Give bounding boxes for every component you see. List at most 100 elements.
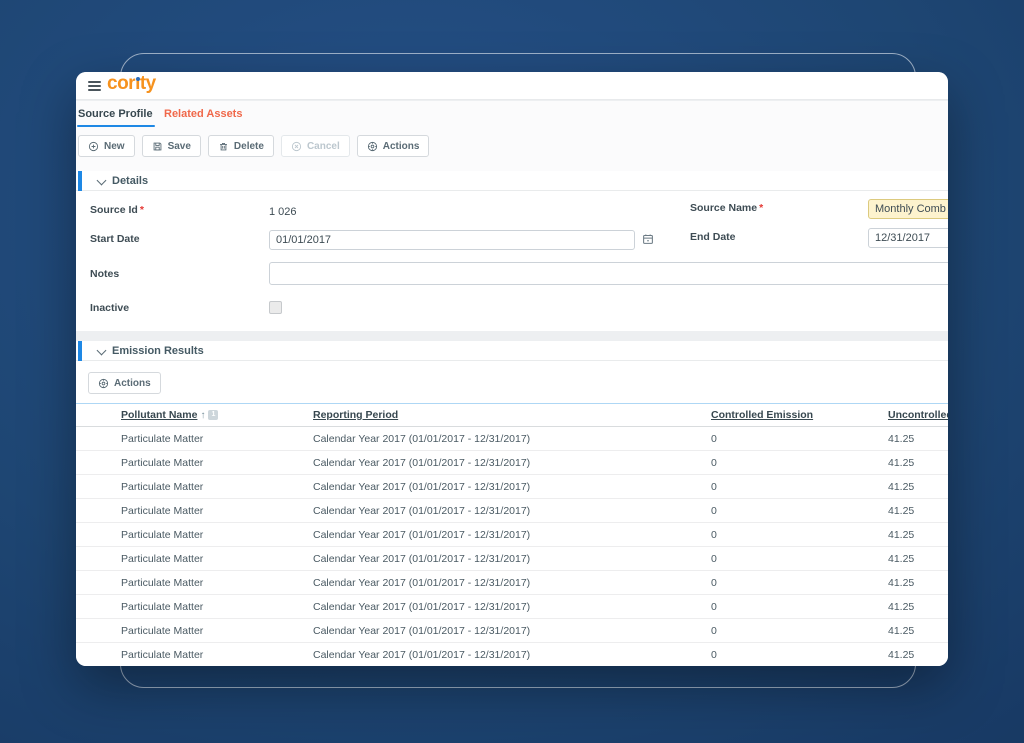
table-row[interactable]: Particulate Matter Calendar Year 2017 (0…	[76, 523, 948, 547]
section-title: Emission Results	[112, 345, 204, 357]
cell-reporting-period: Calendar Year 2017 (01/01/2017 - 12/31/2…	[313, 481, 530, 493]
table-header-row: Pollutant Name ↑ 1 Reporting Period Cont…	[76, 404, 948, 427]
table-row[interactable]: Particulate Matter Calendar Year 2017 (0…	[76, 547, 948, 571]
cell-controlled-emission: 0	[711, 529, 717, 541]
cell-pollutant-name: Particulate Matter	[121, 649, 203, 661]
cell-controlled-emission: 0	[711, 553, 717, 565]
cell-controlled-emission: 0	[711, 649, 717, 661]
sort-order-badge: 1	[208, 410, 218, 420]
section-title: Details	[112, 175, 148, 187]
table-row[interactable]: Particulate Matter Calendar Year 2017 (0…	[76, 571, 948, 595]
inactive-checkbox[interactable]	[269, 301, 282, 314]
details-section: Details Source Id* 1 026 Source Name* St…	[76, 171, 948, 331]
actions-icon	[98, 378, 109, 389]
table-body: Particulate Matter Calendar Year 2017 (0…	[76, 427, 948, 666]
column-header-uncontrolled-emission[interactable]: Uncontrolled Emission	[888, 409, 948, 421]
table-row[interactable]: Particulate Matter Calendar Year 2017 (0…	[76, 475, 948, 499]
column-header-reporting-period[interactable]: Reporting Period	[313, 409, 398, 421]
cell-uncontrolled-emission: 41.25	[888, 481, 914, 493]
cell-pollutant-name: Particulate Matter	[121, 625, 203, 637]
cell-uncontrolled-emission: 41.25	[888, 529, 914, 541]
cell-uncontrolled-emission: 41.25	[888, 553, 914, 565]
cell-controlled-emission: 0	[711, 457, 717, 469]
end-date-label: End Date	[690, 231, 736, 243]
table-row[interactable]: Particulate Matter Calendar Year 2017 (0…	[76, 595, 948, 619]
logo-text: cor	[107, 73, 135, 94]
new-button[interactable]: New	[78, 135, 135, 157]
actions-icon	[367, 141, 378, 152]
cell-uncontrolled-emission: 41.25	[888, 457, 914, 469]
required-marker: *	[759, 202, 763, 214]
hamburger-menu-icon[interactable]	[88, 81, 101, 91]
end-date-input[interactable]	[868, 228, 948, 248]
delete-button[interactable]: Delete	[208, 135, 274, 157]
cell-controlled-emission: 0	[711, 625, 717, 637]
source-name-input[interactable]	[868, 199, 948, 219]
column-header-pollutant-name[interactable]: Pollutant Name ↑ 1	[121, 409, 218, 421]
active-tab-underline	[77, 125, 155, 127]
cell-reporting-period: Calendar Year 2017 (01/01/2017 - 12/31/2…	[313, 649, 530, 661]
table-row[interactable]: Particulate Matter Calendar Year 2017 (0…	[76, 427, 948, 451]
trash-icon	[218, 141, 229, 152]
cell-pollutant-name: Particulate Matter	[121, 577, 203, 589]
details-section-header[interactable]: Details	[76, 171, 948, 191]
chevron-down-icon	[97, 176, 107, 186]
cancel-button[interactable]: Cancel	[281, 135, 350, 157]
cell-controlled-emission: 0	[711, 577, 717, 589]
required-marker: *	[140, 204, 144, 216]
cell-reporting-period: Calendar Year 2017 (01/01/2017 - 12/31/2…	[313, 505, 530, 517]
cell-pollutant-name: Particulate Matter	[121, 553, 203, 565]
chevron-down-icon	[97, 346, 107, 356]
tab-source-profile[interactable]: Source Profile	[78, 108, 153, 120]
emission-results-header[interactable]: Emission Results	[76, 341, 948, 361]
start-date-label: Start Date	[90, 233, 140, 245]
toolbar: New Save Delete Cancel Actions	[78, 135, 429, 157]
cell-reporting-period: Calendar Year 2017 (01/01/2017 - 12/31/2…	[313, 601, 530, 613]
notes-label: Notes	[90, 268, 119, 280]
cell-uncontrolled-emission: 41.25	[888, 577, 914, 589]
notes-input[interactable]	[269, 262, 948, 285]
start-date-calendar-button[interactable]	[640, 232, 656, 248]
cell-pollutant-name: Particulate Matter	[121, 481, 203, 493]
inactive-label: Inactive	[90, 302, 129, 314]
table-row[interactable]: Particulate Matter Calendar Year 2017 (0…	[76, 451, 948, 475]
sort-ascending-icon[interactable]: ↑	[200, 410, 205, 421]
tab-bar: Source Profile Related Assets	[76, 101, 948, 131]
section-accent-bar	[78, 171, 82, 191]
cell-uncontrolled-emission: 41.25	[888, 433, 914, 445]
actions-button[interactable]: Actions	[357, 135, 430, 157]
emission-actions-button[interactable]: Actions	[88, 372, 161, 394]
cell-pollutant-name: Particulate Matter	[121, 457, 203, 469]
calendar-icon	[641, 232, 655, 246]
cell-uncontrolled-emission: 41.25	[888, 601, 914, 613]
cell-pollutant-name: Particulate Matter	[121, 529, 203, 541]
cell-pollutant-name: Particulate Matter	[121, 601, 203, 613]
cell-uncontrolled-emission: 41.25	[888, 649, 914, 661]
cell-reporting-period: Calendar Year 2017 (01/01/2017 - 12/31/2…	[313, 625, 530, 637]
cell-controlled-emission: 0	[711, 601, 717, 613]
save-icon	[152, 141, 163, 152]
table-row[interactable]: Particulate Matter Calendar Year 2017 (0…	[76, 499, 948, 523]
chrome-bar: Source Profile Related Assets New Save D…	[76, 101, 948, 171]
cell-uncontrolled-emission: 41.25	[888, 625, 914, 637]
column-header-controlled-emission[interactable]: Controlled Emission	[711, 409, 813, 421]
cancel-icon	[291, 141, 302, 152]
save-button[interactable]: Save	[142, 135, 201, 157]
app-header: corıty	[76, 72, 948, 100]
tab-related-assets[interactable]: Related Assets	[164, 108, 242, 120]
cell-controlled-emission: 0	[711, 481, 717, 493]
start-date-input[interactable]	[269, 230, 635, 250]
source-id-value: 1 026	[269, 206, 297, 218]
app-window: corıty Source Profile Related Assets New…	[76, 72, 948, 666]
plus-circle-icon	[88, 141, 99, 152]
cority-logo: corıty	[107, 73, 156, 95]
cell-reporting-period: Calendar Year 2017 (01/01/2017 - 12/31/2…	[313, 577, 530, 589]
cell-reporting-period: Calendar Year 2017 (01/01/2017 - 12/31/2…	[313, 433, 530, 445]
cell-reporting-period: Calendar Year 2017 (01/01/2017 - 12/31/2…	[313, 457, 530, 469]
table-row[interactable]: Particulate Matter Calendar Year 2017 (0…	[76, 643, 948, 666]
table-row[interactable]: Particulate Matter Calendar Year 2017 (0…	[76, 619, 948, 643]
cell-uncontrolled-emission: 41.25	[888, 505, 914, 517]
cell-reporting-period: Calendar Year 2017 (01/01/2017 - 12/31/2…	[313, 529, 530, 541]
cell-controlled-emission: 0	[711, 505, 717, 517]
cell-pollutant-name: Particulate Matter	[121, 433, 203, 445]
